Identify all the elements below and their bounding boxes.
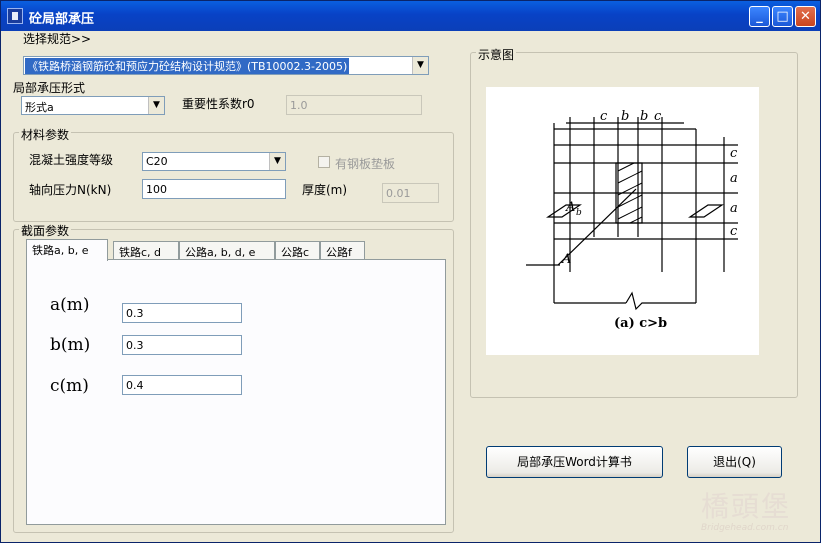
param-a-label: a(m) (50, 295, 90, 315)
param-c-field[interactable]: 0.4 (122, 375, 242, 395)
area-ab-label: A (565, 200, 575, 215)
tab-railway-abe[interactable]: 铁路a, b, e (26, 239, 108, 261)
tab-highway-c[interactable]: 公路c (275, 241, 320, 260)
importance-field[interactable]: 1.0 (286, 95, 422, 115)
chevron-down-icon[interactable]: ▼ (412, 57, 428, 74)
dim-a2-label: a (730, 201, 738, 216)
importance-label: 重要性系数r0 (182, 97, 255, 111)
materials-group (13, 132, 454, 222)
concrete-grade-select[interactable]: C20 ▼ (142, 152, 286, 171)
section-title: 截面参数 (19, 222, 72, 239)
dim-b2-label: b (640, 109, 648, 124)
form-type-value: 形式a (25, 101, 54, 114)
param-a-field[interactable]: 0.3 (122, 303, 242, 323)
app-icon (7, 8, 23, 24)
diagram-caption: (a) c>b (614, 316, 667, 331)
chevron-down-icon[interactable]: ▼ (269, 153, 285, 170)
main-window: 砼局部承压 _ □ ✕ 选择规范>> 《铁路桥涵钢筋砼和预应力砼结构设计规范》(… (0, 0, 821, 543)
concrete-grade-label: 混凝土强度等级 (29, 153, 114, 167)
area-ab-subscript: b (576, 208, 582, 218)
spec-selected-value: 《铁路桥涵钢筋砼和预应力砼结构设计规范》(TB10002.3-2005) (25, 58, 350, 74)
title-bar: 砼局部承压 _ □ ✕ (1, 1, 820, 31)
tab-highway-f[interactable]: 公路f (320, 241, 365, 260)
diagram-image: c b b c c a a c A b A (a) c>b (486, 87, 759, 355)
tab-highway-abde[interactable]: 公路a, b, d, e (179, 241, 275, 260)
form-type-select[interactable]: 形式a ▼ (21, 96, 165, 115)
minimize-button[interactable]: _ (749, 6, 770, 27)
param-b-field[interactable]: 0.3 (122, 335, 242, 355)
param-b-label: b(m) (50, 335, 91, 355)
param-c-label: c(m) (50, 376, 89, 396)
exit-button[interactable]: 退出(Q) (687, 446, 782, 478)
concrete-grade-value: C20 (146, 155, 168, 168)
watermark-logo: 橋頭堡 (701, 490, 792, 523)
dim-b-label: b (621, 109, 629, 124)
materials-title: 材料参数 (19, 126, 72, 143)
dim-c-label: c (600, 109, 608, 124)
dim-c4-label: c (730, 224, 738, 239)
area-a-label: A (561, 252, 571, 267)
dim-c3-label: c (730, 146, 738, 161)
dim-a-label: a (730, 171, 738, 186)
spec-select[interactable]: 《铁路桥涵钢筋砼和预应力砼结构设计规范》(TB10002.3-2005) ▼ (23, 56, 429, 75)
steel-plate-label: 有钢板垫板 (335, 157, 396, 171)
steel-plate-checkbox[interactable] (318, 156, 330, 168)
diagram-title: 示意图 (476, 46, 517, 63)
dim-c2-label: c (654, 109, 662, 124)
watermark: 橋頭堡 Bridgehead.com.cn (701, 485, 811, 535)
axial-force-label: 轴向压力N(kN) (29, 183, 112, 197)
thickness-field[interactable]: 0.01 (382, 183, 439, 203)
chevron-down-icon[interactable]: ▼ (148, 97, 164, 114)
form-type-label: 局部承压形式 (13, 81, 86, 95)
maximize-button[interactable]: □ (772, 6, 793, 27)
window-title: 砼局部承压 (29, 12, 95, 27)
close-button[interactable]: ✕ (795, 6, 816, 27)
tab-railway-cd[interactable]: 铁路c, d (113, 241, 179, 260)
spec-label[interactable]: 选择规范>> (23, 30, 91, 47)
bearing-diagram: c b b c c a a c A b A (a) c>b (526, 109, 738, 331)
watermark-url: Bridgehead.com.cn (701, 523, 789, 533)
thickness-label: 厚度(m) (302, 183, 348, 197)
axial-force-field[interactable]: 100 (142, 179, 286, 199)
word-report-button[interactable]: 局部承压Word计算书 (486, 446, 663, 478)
